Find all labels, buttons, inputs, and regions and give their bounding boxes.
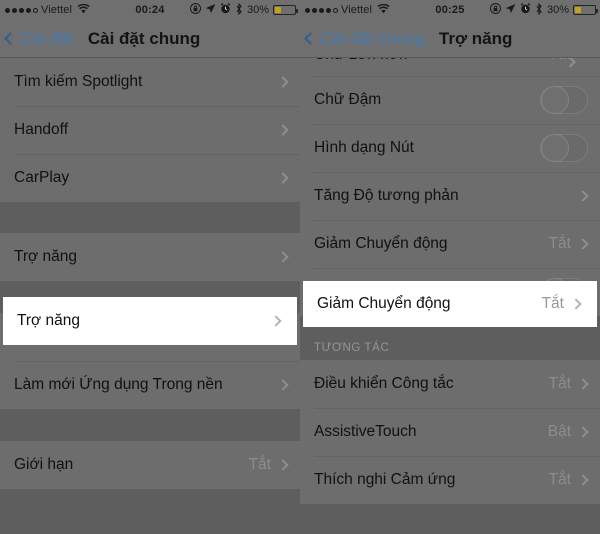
list-item-handoff[interactable]: Handoff xyxy=(0,106,300,154)
chevron-left-icon xyxy=(304,32,317,45)
chevron-right-icon xyxy=(277,251,289,263)
accessibility-vision-group: Chữ Lớn hơn Tắt Chữ Đậm Hình dạng Nút Tă… xyxy=(300,58,600,316)
status-bar-right: Viettel 00:25 30% xyxy=(300,0,600,20)
alarm-clock-icon xyxy=(520,3,531,17)
section-header-interaction: TƯƠNG TÁC xyxy=(300,330,600,360)
rotation-lock-icon xyxy=(489,3,501,17)
rotation-lock-icon xyxy=(189,3,201,17)
accessibility-interaction-group: Điều khiển Công tắc Tắt AssistiveTouch B… xyxy=(300,360,600,504)
list-item-assistive-touch[interactable]: AssistiveTouch Bật xyxy=(300,408,600,456)
list-item-switch-control[interactable]: Điều khiển Công tắc Tắt xyxy=(300,360,600,408)
back-button-right[interactable]: Cài đặt chung xyxy=(300,29,425,49)
chevron-right-icon xyxy=(577,238,589,250)
list-item-label: Làm mới Ứng dụng Trong nền xyxy=(14,376,223,393)
alarm-clock-icon xyxy=(220,3,231,17)
nav-bar-right: Cài đặt chung Trợ năng xyxy=(300,20,600,58)
list-item-larger-text[interactable]: Chữ Lớn hơn Tắt xyxy=(300,58,600,76)
page-title-right: Trợ năng xyxy=(438,28,513,48)
chevron-right-icon xyxy=(577,474,589,486)
back-button-left[interactable]: Cài đặt xyxy=(0,29,74,49)
list-item-label: Điều khiển Công tắc xyxy=(314,375,454,392)
chevron-right-icon xyxy=(570,298,582,310)
group-separator xyxy=(300,504,600,522)
list-item-label: Tăng Độ tương phản xyxy=(314,187,459,204)
group-separator xyxy=(0,202,300,233)
chevron-right-icon xyxy=(577,190,589,202)
chevron-right-icon xyxy=(277,379,289,391)
list-item-value: Tắt xyxy=(548,471,571,488)
list-item-label: Giới hạn xyxy=(14,456,74,473)
back-button-label: Cài đặt xyxy=(20,28,74,48)
list-item-background-refresh[interactable]: Làm mới Ứng dụng Trong nền xyxy=(0,361,300,409)
list-item-label: Thích nghi Cảm ứng xyxy=(314,471,456,488)
list-item-touch-accommodations[interactable]: Thích nghi Cảm ứng Tắt xyxy=(300,456,600,504)
settings-group-4: Giới hạn Tắt xyxy=(0,441,300,489)
status-bar-left: Viettel 00:24 30% xyxy=(0,0,300,20)
settings-group-2: Trợ năng xyxy=(0,233,300,281)
page-title-left: Cài đặt chung xyxy=(87,28,201,48)
list-item-value: Bật xyxy=(547,423,571,440)
list-item-label: Giảm Chuyển động xyxy=(314,235,448,252)
highlight-box-accessibility[interactable]: Trợ năng xyxy=(3,297,297,345)
chevron-right-icon xyxy=(577,426,589,438)
list-item-bold-text[interactable]: Chữ Đậm xyxy=(300,76,600,124)
list-item-value: Tắt xyxy=(248,456,271,473)
list-item-reduce-motion[interactable]: Giảm Chuyển động Tắt xyxy=(300,220,600,268)
list-item-button-shapes[interactable]: Hình dạng Nút xyxy=(300,124,600,172)
battery-percent-label: 30% xyxy=(246,4,269,16)
chevron-right-icon xyxy=(277,172,289,184)
back-button-label: Cài đặt chung xyxy=(320,28,425,48)
list-item-carplay[interactable]: CarPlay xyxy=(0,154,300,202)
list-item-label: Hình dạng Nút xyxy=(314,139,414,156)
list-item-accessibility[interactable]: Trợ năng xyxy=(0,233,300,281)
list-item-value: Tắt xyxy=(548,375,571,392)
highlight-label: Trợ năng xyxy=(17,312,81,329)
chevron-right-icon xyxy=(270,315,282,327)
list-item-spotlight[interactable]: Tìm kiếm Spotlight xyxy=(0,58,300,106)
highlight-value: Tắt xyxy=(541,295,564,312)
location-arrow-icon xyxy=(205,3,216,17)
highlight-box-reduce-motion[interactable]: Giảm Chuyển động Tắt xyxy=(303,281,597,327)
list-item-label: AssistiveTouch xyxy=(314,423,417,440)
group-separator xyxy=(0,489,300,525)
dual-screenshot-container: Viettel 00:24 30% Cài đặt Cài đặt chung … xyxy=(0,0,600,534)
list-item-increase-contrast[interactable]: Tăng Độ tương phản xyxy=(300,172,600,220)
chevron-left-icon xyxy=(4,32,17,45)
settings-group-1: Tìm kiếm Spotlight Handoff CarPlay xyxy=(0,58,300,202)
nav-bar-left: Cài đặt Cài đặt chung xyxy=(0,20,300,58)
bold-text-toggle[interactable] xyxy=(540,86,588,114)
list-item-label: Trợ năng xyxy=(14,248,78,265)
chevron-right-icon xyxy=(577,378,589,390)
right-phone-screen: Viettel 00:25 30% Cài đặt chung Trợ năng… xyxy=(300,0,600,534)
battery-percent-label: 30% xyxy=(546,4,569,16)
chevron-right-icon xyxy=(277,124,289,136)
left-phone-screen: Viettel 00:24 30% Cài đặt Cài đặt chung … xyxy=(0,0,300,534)
group-separator xyxy=(0,409,300,441)
chevron-right-icon xyxy=(564,58,576,68)
list-item-label: Tìm kiếm Spotlight xyxy=(14,73,143,90)
bluetooth-icon xyxy=(535,2,543,18)
list-item-label: Handoff xyxy=(14,121,69,138)
list-item-value: Tắt xyxy=(548,235,571,252)
status-bar-right-group: 30% xyxy=(489,2,600,18)
battery-icon xyxy=(573,5,598,15)
settings-list-left[interactable]: Tìm kiếm Spotlight Handoff CarPlay Trợ n… xyxy=(0,58,300,534)
location-arrow-icon xyxy=(505,3,516,17)
bluetooth-icon xyxy=(235,2,243,18)
list-item-restrictions[interactable]: Giới hạn Tắt xyxy=(0,441,300,489)
battery-icon xyxy=(273,5,298,15)
highlight-label: Giảm Chuyển động xyxy=(317,295,451,312)
list-item-label: CarPlay xyxy=(14,169,70,186)
settings-list-right[interactable]: Chữ Lớn hơn Tắt Chữ Đậm Hình dạng Nút Tă… xyxy=(300,58,600,534)
list-item-label: Chữ Đậm xyxy=(314,91,382,108)
button-shapes-toggle[interactable] xyxy=(540,134,588,162)
status-bar-right-group: 30% xyxy=(189,2,300,18)
list-item-label: Chữ Lớn hơn xyxy=(314,58,549,64)
chevron-right-icon xyxy=(277,76,289,88)
chevron-right-icon xyxy=(277,459,289,471)
